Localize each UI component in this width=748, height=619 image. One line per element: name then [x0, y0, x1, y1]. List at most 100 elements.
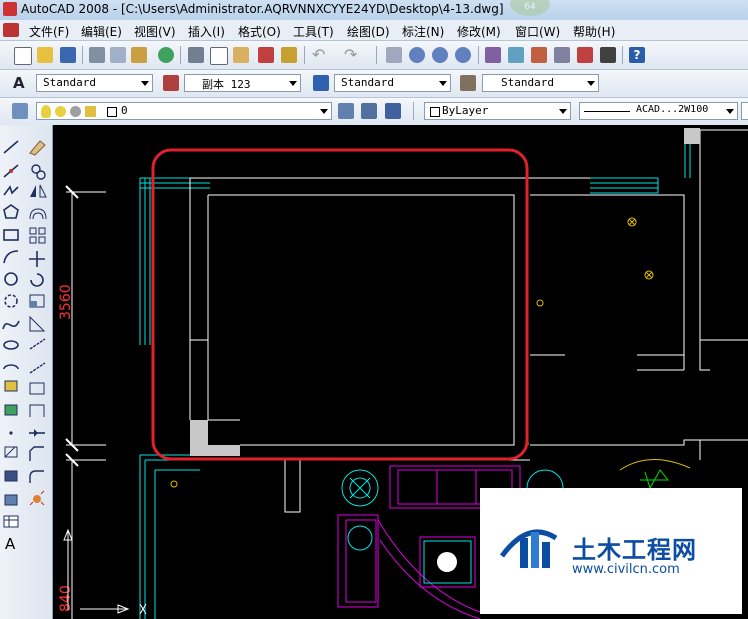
- redo-icon[interactable]: ↷: [344, 47, 360, 63]
- hatch-icon[interactable]: [4, 446, 18, 458]
- menu-format[interactable]: 格式(O): [238, 23, 281, 40]
- rotate-icon[interactable]: [30, 273, 44, 287]
- polyline-icon[interactable]: [3, 185, 19, 196]
- revision-cloud-icon[interactable]: [4, 294, 18, 308]
- menu-file[interactable]: 文件(F): [29, 23, 69, 40]
- multileader-style-icon[interactable]: [460, 75, 476, 91]
- chevron-down-icon: [559, 109, 567, 114]
- markup-icon[interactable]: [577, 47, 593, 63]
- move-icon[interactable]: [29, 251, 45, 267]
- trim-icon[interactable]: [29, 338, 46, 350]
- multileader-style-select[interactable]: Standard: [482, 74, 599, 92]
- menu-view[interactable]: 视图(V): [134, 23, 176, 40]
- layer-select[interactable]: 0: [36, 102, 332, 120]
- scale-icon[interactable]: [29, 294, 45, 308]
- copy-icon[interactable]: [210, 47, 228, 65]
- viewport-freeze-icon[interactable]: [70, 106, 81, 117]
- sun-icon[interactable]: [55, 106, 66, 117]
- arc-icon[interactable]: [3, 250, 19, 264]
- copy-object-icon[interactable]: [31, 164, 46, 180]
- text-style-icon[interactable]: A: [13, 75, 29, 91]
- document-icon[interactable]: [3, 23, 19, 37]
- color-select[interactable]: ByLayer: [424, 102, 571, 120]
- layer-previous-icon[interactable]: [361, 103, 377, 119]
- join-icon[interactable]: [29, 429, 45, 437]
- table-icon[interactable]: [3, 515, 19, 528]
- menu-help[interactable]: 帮助(H): [573, 23, 615, 40]
- menu-dimension[interactable]: 标注(N): [402, 23, 444, 40]
- pan-icon[interactable]: [386, 47, 402, 63]
- block-editor-icon[interactable]: [281, 47, 297, 63]
- cut-icon[interactable]: [188, 47, 204, 63]
- mirror-icon[interactable]: [30, 184, 47, 198]
- stretch-icon[interactable]: [29, 315, 46, 332]
- help-icon[interactable]: ?: [629, 47, 645, 63]
- explode-icon[interactable]: [29, 490, 45, 506]
- plot-preview-icon[interactable]: [110, 47, 126, 63]
- gradient-icon[interactable]: [4, 470, 18, 482]
- polygon-icon[interactable]: [3, 204, 19, 219]
- undo-icon[interactable]: ↶: [312, 47, 328, 63]
- line-icon[interactable]: [3, 140, 19, 154]
- menu-tools[interactable]: 工具(T): [293, 23, 334, 40]
- extend-icon[interactable]: [29, 362, 46, 374]
- save-icon[interactable]: [60, 47, 76, 63]
- tool-palettes-icon[interactable]: [531, 47, 547, 63]
- 3d-dwf-icon[interactable]: [158, 47, 174, 63]
- plot-icon[interactable]: [89, 47, 105, 63]
- ellipse-arc-icon[interactable]: [3, 364, 19, 370]
- multiline-text-icon[interactable]: A: [5, 535, 16, 553]
- offset-icon[interactable]: [29, 208, 47, 220]
- open-icon[interactable]: [37, 47, 53, 63]
- publish-icon[interactable]: [131, 47, 147, 63]
- dimension-text-840: 840: [58, 585, 74, 612]
- paste-icon[interactable]: [233, 47, 249, 63]
- layer-manager-icon[interactable]: [12, 103, 28, 119]
- ellipse-icon[interactable]: [3, 340, 19, 350]
- table-style-select[interactable]: Standard: [334, 74, 451, 92]
- break-at-point-icon[interactable]: [29, 382, 45, 395]
- lineweight-select[interactable]: [741, 102, 748, 120]
- array-icon[interactable]: [29, 227, 46, 244]
- zoom-window-icon[interactable]: [432, 47, 448, 63]
- fillet-icon[interactable]: [29, 470, 44, 483]
- circle-icon[interactable]: [4, 272, 18, 286]
- break-icon[interactable]: [29, 404, 45, 417]
- make-object-layer-current-icon[interactable]: [338, 103, 354, 119]
- walls: [189, 129, 748, 513]
- lightbulb-icon[interactable]: [41, 105, 51, 118]
- properties-icon[interactable]: [485, 47, 501, 63]
- new-icon[interactable]: [14, 47, 32, 65]
- construction-line-icon[interactable]: [3, 164, 19, 178]
- menu-insert[interactable]: 插入(I): [188, 23, 225, 40]
- chamfer-icon[interactable]: [29, 446, 44, 461]
- erase-icon[interactable]: [29, 140, 46, 156]
- zoom-realtime-icon[interactable]: [409, 47, 425, 63]
- dimension-style-select[interactable]: 副本 123: [184, 74, 301, 92]
- menu-edit[interactable]: 编辑(E): [81, 23, 122, 40]
- autocad-app-icon[interactable]: [3, 2, 17, 16]
- make-block-icon[interactable]: [4, 404, 18, 416]
- zoom-previous-icon[interactable]: [455, 47, 471, 63]
- linetype-select[interactable]: ACAD...2W100: [579, 102, 738, 120]
- calculator-icon[interactable]: [600, 47, 616, 63]
- lock-icon[interactable]: [85, 106, 96, 117]
- table-style-icon[interactable]: [313, 75, 329, 91]
- chevron-down-icon: [439, 81, 447, 86]
- layer-states-icon[interactable]: [385, 103, 401, 119]
- menu-draw[interactable]: 绘图(D): [347, 23, 390, 40]
- color-swatch: [430, 107, 440, 117]
- menu-modify[interactable]: 修改(M): [457, 23, 501, 40]
- menu-window[interactable]: 窗口(W): [515, 23, 560, 40]
- design-center-icon[interactable]: [508, 47, 524, 63]
- point-icon[interactable]: [9, 431, 13, 435]
- dimension-style-icon[interactable]: [163, 75, 179, 91]
- lamp-symbols: [170, 217, 654, 488]
- text-style-select[interactable]: Standard: [36, 74, 153, 92]
- match-properties-icon[interactable]: [258, 47, 274, 63]
- insert-block-icon[interactable]: [4, 380, 18, 392]
- rectangle-icon[interactable]: [3, 229, 19, 241]
- region-icon[interactable]: [4, 494, 18, 506]
- spline-icon[interactable]: [2, 320, 20, 330]
- sheet-set-icon[interactable]: [554, 47, 570, 63]
